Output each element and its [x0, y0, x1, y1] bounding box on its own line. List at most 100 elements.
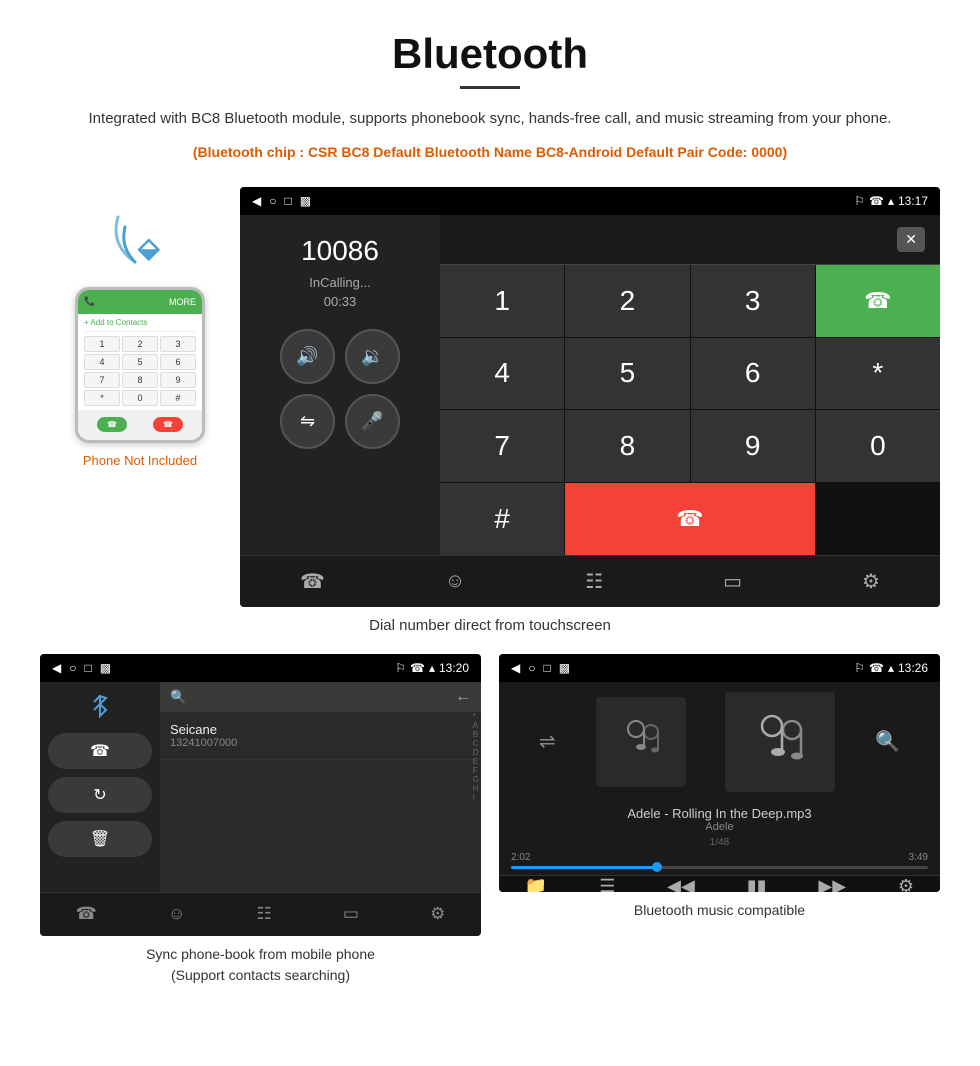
cn-grid[interactable]: ☷ [251, 899, 276, 929]
bottom-row: ◀ ○ □ ▩ ⚐ ☎ ▴ 13:20 [40, 654, 940, 986]
phone-mockup: 📞 MORE + Add to Contacts 123 456 789 *0#… [75, 287, 205, 443]
music-nav-bar: 📁 ☰ ◀◀ ▮▮ ▶▶ ⚙ [499, 875, 940, 892]
screen-icon: ▩ [300, 194, 311, 208]
mb-call: ☎ [869, 661, 884, 675]
cb-wifi: ▴ [429, 661, 435, 675]
title-divider [460, 86, 520, 89]
num-7[interactable]: 7 [440, 410, 564, 482]
num-9[interactable]: 9 [691, 410, 815, 482]
num-4[interactable]: 4 [440, 338, 564, 410]
num-0[interactable]: 0 [816, 410, 940, 482]
nav-keypad-icon[interactable]: ☷ [577, 561, 611, 602]
music-folder-btn[interactable]: 📁 [525, 876, 547, 892]
alpha-bar: *ABCDEFGHI [473, 712, 479, 802]
contact-name: Seicane [170, 722, 471, 737]
contacts-screen-wrap: ◀ ○ □ ▩ ⚐ ☎ ▴ 13:20 [40, 654, 481, 986]
phone-side: ⬙ 📞 MORE + Add to Contacts 123 456 789 *… [40, 187, 240, 468]
num-5[interactable]: 5 [565, 338, 689, 410]
music-screen: ◀ ○ □ ▩ ⚐ ☎ ▴ 13:26 ⇌ [499, 654, 940, 892]
contacts-search-bar: 🔍 ← [160, 682, 481, 712]
contact-item-seicane[interactable]: Seicane 13241007000 [160, 712, 481, 760]
nav-contacts-icon[interactable]: ☺ [437, 562, 473, 601]
dial-controls: 🔊 🔉 ⇋ 🎤 [280, 329, 400, 449]
bluetooth-signal-icon: ⬙ [100, 207, 180, 277]
phone-call-btn: ☎ [97, 417, 127, 432]
num-2[interactable]: 2 [565, 265, 689, 337]
contacts-nav-bar: ☎ ☺ ☷ ▭ ⚙ [40, 892, 481, 936]
contacts-caption: Sync phone-book from mobile phone(Suppor… [146, 944, 375, 986]
status-right-icons: ⚐ ☎ ▴ 13:17 [854, 194, 928, 208]
music-progress-track[interactable] [511, 866, 928, 869]
music-time-current: 2:02 [511, 852, 530, 863]
mb-wifi: ▴ [888, 661, 894, 675]
num-3[interactable]: 3 [691, 265, 815, 337]
dial-number: 10086 [301, 235, 379, 267]
contacts-content: ☎ ↻ 🗑 🔍 ← Seicane 13241007000 [40, 682, 481, 892]
specs-text: (Bluetooth chip : CSR BC8 Default Blueto… [40, 141, 940, 165]
album-art-left [596, 697, 686, 787]
music-list-btn[interactable]: ☰ [599, 876, 615, 892]
music-progress-times: 2:02 3:49 [511, 852, 928, 863]
music-settings-btn[interactable]: ⚙ [898, 876, 914, 892]
phone-not-included-label: Phone Not Included [83, 453, 197, 468]
num-8[interactable]: 8 [565, 410, 689, 482]
mb-recents: □ [543, 661, 550, 675]
mb-home: ○ [528, 661, 535, 675]
num-star[interactable]: * [816, 338, 940, 410]
call-icon: ☎ [869, 194, 884, 208]
dial-call-time: 00:33 [324, 294, 357, 309]
transfer-btn[interactable]: ⇋ [280, 394, 335, 449]
cn-settings[interactable]: ⚙ [425, 899, 450, 929]
location-icon: ⚐ [854, 194, 865, 208]
music-progress-fill [511, 866, 657, 869]
search-back-btn[interactable]: ← [455, 688, 471, 706]
status-left-icons: ◀ ○ □ ▩ [252, 194, 311, 208]
cn-phone[interactable]: ☎ [71, 899, 102, 929]
main-content-row: ⬙ 📞 MORE + Add to Contacts 123 456 789 *… [40, 187, 940, 607]
description-text: Integrated with BC8 Bluetooth module, su… [40, 107, 940, 131]
phone-menu-btn[interactable]: ☎ [48, 733, 152, 769]
music-search-icon[interactable]: 🔍 [875, 729, 900, 754]
cb-call: ☎ [410, 661, 425, 675]
music-title: Adele - Rolling In the Deep.mp3 [627, 806, 811, 821]
volume-up-btn[interactable]: 🔊 [280, 329, 335, 384]
recents-icon: □ [284, 194, 291, 208]
music-prev-btn[interactable]: ◀◀ [667, 876, 695, 892]
music-next-btn[interactable]: ▶▶ [818, 876, 846, 892]
music-status-bar: ◀ ○ □ ▩ ⚐ ☎ ▴ 13:26 [499, 654, 940, 682]
cn-transfer[interactable]: ▭ [338, 899, 364, 929]
bt-icon [48, 692, 152, 720]
volume-down-btn[interactable]: 🔉 [345, 329, 400, 384]
delete-menu-btn[interactable]: 🗑 [48, 821, 152, 857]
music-status-time: 13:26 [898, 661, 928, 675]
cn-contacts[interactable]: ☺ [163, 899, 190, 929]
album-art-main [725, 692, 835, 792]
phone-content: + Add to Contacts 123 456 789 *0# [78, 314, 202, 410]
mic-btn[interactable]: 🎤 [345, 394, 400, 449]
dial-delete-btn[interactable]: ✕ [897, 227, 925, 252]
music-artist: Adele [705, 821, 733, 833]
phone-status-bar: 📞 MORE [78, 290, 202, 314]
num-1[interactable]: 1 [440, 265, 564, 337]
nav-phone-icon[interactable]: ☎ [292, 561, 333, 602]
sync-menu-btn[interactable]: ↻ [48, 777, 152, 813]
cb-screen: ▩ [100, 661, 111, 675]
cb-recents: □ [84, 661, 91, 675]
dial-status-bar: ◀ ○ □ ▩ ⚐ ☎ ▴ 13:17 [240, 187, 940, 215]
nav-settings-icon[interactable]: ⚙ [854, 561, 888, 602]
contacts-sidebar: ☎ ↻ 🗑 [40, 682, 160, 892]
call-end-btn[interactable]: ☎ [565, 483, 815, 555]
cb-back: ◀ [52, 661, 61, 675]
home-icon: ○ [269, 194, 276, 208]
phone-end-btn: ☎ [153, 417, 183, 432]
svg-text:⬙: ⬙ [137, 232, 161, 263]
shuffle-icon[interactable]: ⇌ [539, 729, 556, 754]
dial-caption: Dial number direct from touchscreen [40, 617, 940, 634]
music-play-btn[interactable]: ▮▮ [747, 876, 767, 892]
back-icon: ◀ [252, 194, 261, 208]
nav-transfer-icon[interactable]: ▭ [715, 561, 750, 602]
num-6[interactable]: 6 [691, 338, 815, 410]
call-accept-btn[interactable]: ☎ [816, 265, 940, 337]
music-caption: Bluetooth music compatible [634, 900, 805, 921]
num-hash[interactable]: # [440, 483, 564, 555]
